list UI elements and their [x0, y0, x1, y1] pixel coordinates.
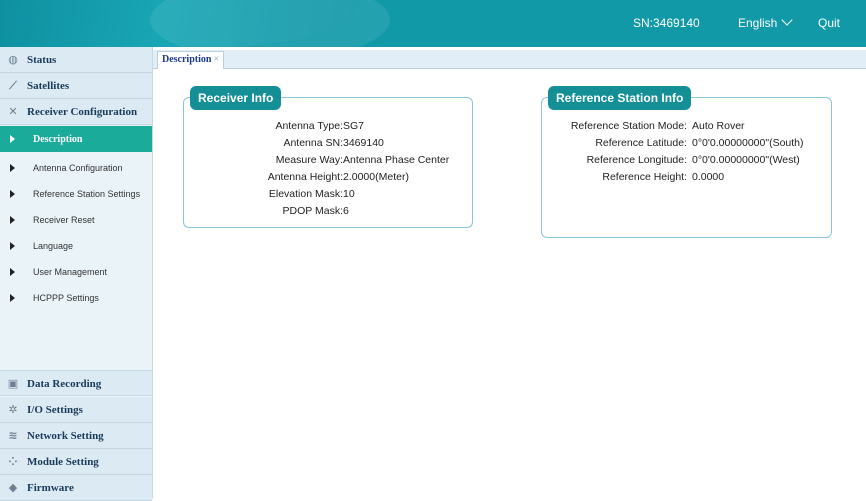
sidebar-subitem-reference-station-settings[interactable]: Reference Station Settings [0, 181, 152, 207]
triangle-right-icon [10, 135, 15, 143]
info-key: Reference Station Mode: [570, 120, 687, 132]
sidebar-subitem-label: Antenna Configuration [33, 163, 123, 173]
info-value: Auto Rover [692, 120, 745, 132]
triangle-right-icon [10, 242, 15, 250]
triangle-right-icon [10, 216, 15, 224]
sidebar-subitem-user-management[interactable]: User Management [0, 259, 152, 285]
sidebar-item-label: Receiver Configuration [27, 106, 138, 118]
header-wave-highlight [150, 0, 390, 47]
sidebar-item-data-recording[interactable]: ▣ Data Recording [0, 370, 152, 396]
info-key: Antenna SN: [283, 137, 343, 149]
sidebar-subitem-label: Reference Station Settings [33, 189, 141, 199]
sidebar-item-receiver-configuration[interactable]: ✕ Receiver Configuration [0, 99, 152, 125]
sidebar-item-module-setting[interactable]: ⁘ Module Setting [0, 449, 152, 475]
info-key: Measure Way: [275, 154, 343, 166]
language-dropdown[interactable]: English [738, 14, 794, 30]
sidebar-subitem-hcppp-settings[interactable]: HCPPP Settings [0, 285, 152, 311]
quit-button[interactable]: Quit [818, 16, 840, 30]
sidebar-item-firmware[interactable]: ◆ Firmware [0, 475, 152, 501]
sidebar-item-io-settings[interactable]: ✲ I/O Settings [0, 397, 152, 423]
sidebar-item-network-setting[interactable]: ≋ Network Setting [0, 423, 152, 449]
info-key: Elevation Mask: [268, 188, 343, 200]
info-key: Antenna Type: [275, 120, 343, 132]
sidebar-item-label: Module Setting [27, 456, 99, 468]
sidebar-item-satellites[interactable]: ⟋ Satellites [0, 73, 152, 99]
wifi-icon: ≋ [8, 429, 18, 442]
sidebar-item-label: I/O Settings [27, 404, 83, 416]
triangle-right-icon [10, 294, 15, 302]
sidebar-subitem-label: Receiver Reset [33, 215, 95, 225]
panel-title: Receiver Info [190, 86, 282, 110]
reference-station-info-panel: Reference Station Info Reference Station… [541, 86, 832, 238]
sidebar: ◍ Status ⟋ Satellites ✕ Receiver Configu… [0, 47, 153, 501]
sidebar-item-label: Firmware [27, 482, 74, 494]
sidebar-subitem-language[interactable]: Language [0, 233, 152, 259]
language-label: English [738, 16, 778, 30]
info-value: Antenna Phase Center [343, 154, 450, 166]
close-icon[interactable]: × [213, 54, 219, 65]
module-icon: ⁘ [8, 455, 18, 468]
serial-number: SN:3469140 [633, 16, 700, 30]
triangle-right-icon [10, 164, 15, 172]
tools-icon: ✕ [8, 105, 18, 118]
info-key: PDOP Mask: [282, 205, 344, 217]
sidebar-subitem-label: Language [33, 241, 74, 251]
info-value: 10 [343, 188, 355, 200]
triangle-right-icon [10, 190, 15, 198]
tab-bar: Description × [153, 50, 866, 69]
sidebar-subitem-description[interactable]: Description [0, 126, 152, 152]
tab-description[interactable]: Description × [157, 51, 225, 69]
satellite-icon: ⟋ [9, 79, 17, 92]
panel-title: Reference Station Info [548, 86, 692, 110]
chevron-down-icon [781, 14, 794, 26]
sidebar-subitem-label: Description [33, 134, 83, 145]
info-key: Antenna Height: [267, 171, 343, 183]
sidebar-subitem-antenna-configuration[interactable]: Antenna Configuration [0, 155, 152, 181]
info-value: 0.0000 [692, 171, 725, 183]
sidebar-item-label: Satellites [27, 80, 70, 92]
info-key: Reference Latitude: [595, 137, 687, 149]
info-value: 0°0'0.00000000"(West) [692, 154, 800, 166]
top-header: SN:3469140 English Quit [0, 0, 866, 47]
receiver-info-panel: Receiver Info Antenna Type: SG7 Antenna … [183, 86, 473, 228]
sidebar-subitem-label: User Management [33, 267, 108, 277]
data-recording-icon: ▣ [7, 377, 19, 390]
sidebar-item-status[interactable]: ◍ Status [0, 47, 152, 73]
info-value: 6 [343, 205, 349, 217]
info-value: SG7 [343, 120, 365, 132]
triangle-right-icon [10, 268, 15, 276]
firmware-icon: ◆ [8, 481, 18, 494]
tab-label: Description [162, 54, 212, 65]
sidebar-item-label: Data Recording [27, 378, 102, 390]
info-value: 3469140 [343, 137, 384, 149]
info-key: Reference Longitude: [586, 154, 687, 166]
sidebar-subitem-label: HCPPP Settings [33, 293, 99, 303]
gear-icon: ✲ [8, 403, 18, 416]
status-icon: ◍ [8, 53, 18, 66]
sidebar-item-label: Network Setting [27, 430, 104, 442]
sidebar-item-label: Status [27, 54, 57, 66]
sidebar-subitem-receiver-reset[interactable]: Receiver Reset [0, 207, 152, 233]
info-value: 2.0000(Meter) [343, 171, 409, 183]
info-value: 0°0'0.00000000"(South) [692, 137, 804, 149]
info-key: Reference Height: [602, 171, 687, 183]
